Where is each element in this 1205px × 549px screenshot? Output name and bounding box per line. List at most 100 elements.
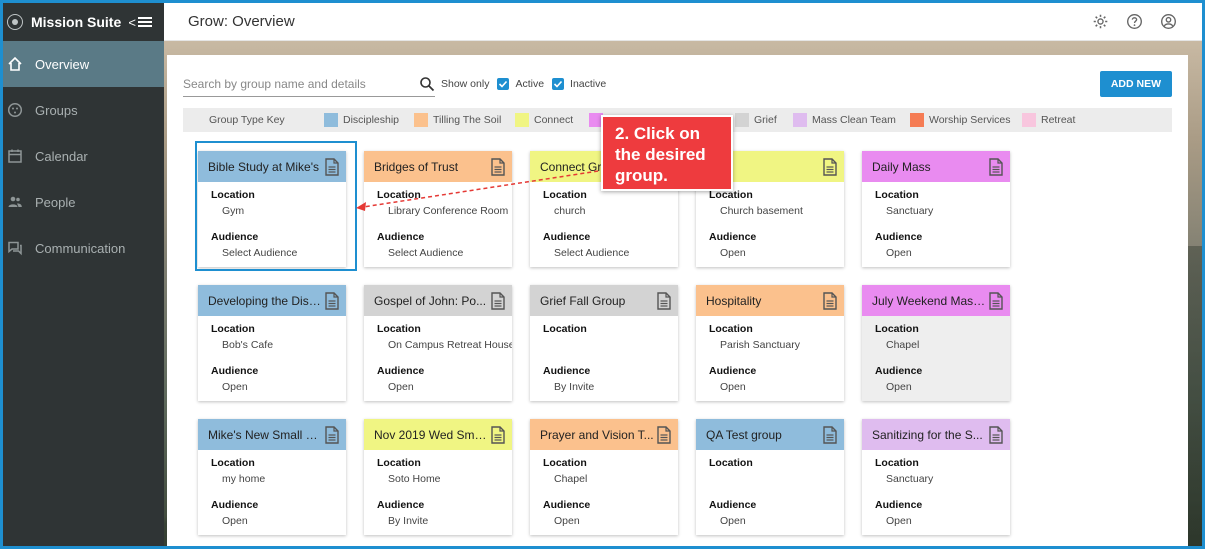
search-input[interactable]	[183, 76, 403, 91]
document-icon[interactable]	[488, 157, 508, 177]
sidebar-item-calendar[interactable]: Calendar	[3, 133, 164, 179]
type-key-item: Grief	[735, 113, 793, 127]
document-icon[interactable]	[820, 157, 840, 177]
type-key-item-label: Tilling The Soil	[433, 114, 502, 126]
group-card-header[interactable]: Developing the Disc...	[198, 285, 346, 316]
group-card[interactable]: Sanitizing for the S... Location Sanctuary…	[862, 419, 1010, 535]
group-card[interactable]: Prayer and Vision T... Location Chapel Audi…	[530, 419, 678, 535]
audience-value: Open	[886, 381, 912, 393]
help-icon[interactable]	[1124, 12, 1144, 32]
location-label: Location	[377, 323, 421, 335]
type-key-swatch	[1022, 113, 1036, 127]
active-checkbox[interactable]: Active	[497, 78, 544, 90]
location-value	[696, 473, 844, 485]
location-value: church	[554, 205, 586, 217]
search-icon[interactable]	[419, 76, 435, 92]
sidebar-item-label: People	[35, 194, 76, 210]
audience-label: Audience	[709, 231, 757, 243]
sidebar-item-people[interactable]: People	[3, 179, 164, 225]
document-icon[interactable]	[820, 425, 840, 445]
type-key-label: Group Type Key	[209, 114, 285, 126]
audience-label: Audience	[875, 365, 923, 377]
type-key-item: Retreat	[1022, 113, 1092, 127]
document-icon[interactable]	[654, 291, 674, 311]
location-value: On Campus Retreat House	[388, 339, 512, 351]
document-icon[interactable]	[488, 291, 508, 311]
group-name[interactable]: Hospitality	[706, 294, 820, 308]
location-value: Sanctuary	[886, 473, 934, 485]
group-name[interactable]: July Weekend Mass...	[872, 294, 986, 308]
sidebar: Mission Suite < Overview Groups Calendar	[3, 3, 164, 546]
group-name[interactable]: Gospel of John: Po...	[374, 294, 488, 308]
sidebar-item-communication[interactable]: Communication	[3, 225, 164, 271]
group-name[interactable]: Daily Mass	[872, 160, 986, 174]
sidebar-item-overview[interactable]: Overview	[3, 41, 164, 87]
audience-label: Audience	[211, 365, 259, 377]
audience-value: By Invite	[554, 381, 595, 393]
type-key-item: Discipleship	[324, 113, 414, 127]
add-new-button[interactable]: ADD NEW	[1099, 71, 1172, 97]
document-icon[interactable]	[986, 157, 1006, 177]
group-card-header[interactable]: Daily Mass	[862, 151, 1010, 182]
callout-line-1: 2. Click on	[615, 124, 701, 143]
group-name[interactable]: Prayer and Vision T...	[540, 428, 654, 442]
gear-icon[interactable]	[1090, 12, 1110, 32]
group-card-header[interactable]: Grief Fall Group	[530, 285, 678, 316]
group-card[interactable]: Daily Mass Location Sanctuary Audience Open	[862, 151, 1010, 267]
group-card[interactable]: Hospitality Location Parish Sanctuary Audie…	[696, 285, 844, 401]
audience-value: Open	[222, 515, 248, 527]
show-only-label: Show only	[441, 78, 490, 90]
app-frame: Mission Suite < Overview Groups Calendar	[0, 0, 1205, 549]
group-name[interactable]: Grief Fall Group	[540, 294, 654, 308]
group-card-header[interactable]: Nov 2019 Wed Sma...	[364, 419, 512, 450]
group-card-header[interactable]: Gospel of John: Po...	[364, 285, 512, 316]
location-value	[530, 339, 678, 351]
group-name[interactable]: Mike's New Small G...	[208, 428, 322, 442]
checkbox-checked-icon[interactable]	[497, 78, 510, 90]
group-card-header[interactable]: QA Test group	[696, 419, 844, 450]
search-field[interactable]	[183, 71, 435, 97]
inactive-checkbox[interactable]: Inactive	[552, 78, 606, 90]
sidebar-item-groups[interactable]: Groups	[3, 87, 164, 133]
group-card-header[interactable]: Sanitizing for the S...	[862, 419, 1010, 450]
group-card[interactable]: Mike's New Small G... Location my home Audi…	[198, 419, 346, 535]
audience-value: Open	[388, 381, 414, 393]
group-card-header[interactable]: Hospitality	[696, 285, 844, 316]
account-icon[interactable]	[1158, 12, 1178, 32]
audience-value: Open	[222, 381, 248, 393]
group-card[interactable]: Grief Fall Group Location Audience By Invit…	[530, 285, 678, 401]
type-key-swatch	[793, 113, 807, 127]
document-icon[interactable]	[322, 291, 342, 311]
group-name[interactable]: Developing the Disc...	[208, 294, 322, 308]
group-name[interactable]: Bridges of Trust	[374, 160, 488, 174]
group-card-header[interactable]: July Weekend Mass...	[862, 285, 1010, 316]
callout-line-2: the desired	[615, 145, 706, 164]
group-card[interactable]: July Weekend Mass... Location Chapel Audien…	[862, 285, 1010, 401]
group-card-header[interactable]: Mike's New Small G...	[198, 419, 346, 450]
audience-label: Audience	[875, 499, 923, 511]
audience-value: Open	[886, 247, 912, 259]
group-card-header[interactable]: Bridges of Trust	[364, 151, 512, 182]
document-icon[interactable]	[986, 291, 1006, 311]
document-icon[interactable]	[654, 425, 674, 445]
group-name[interactable]: QA Test group	[706, 428, 820, 442]
document-icon[interactable]	[322, 425, 342, 445]
group-card-header[interactable]: Prayer and Vision T...	[530, 419, 678, 450]
type-key-item-label: Discipleship	[343, 114, 400, 126]
document-icon[interactable]	[820, 291, 840, 311]
group-name[interactable]: Nov 2019 Wed Sma...	[374, 428, 488, 442]
group-card[interactable]: Nov 2019 Wed Sma... Location Soto Home Audi…	[364, 419, 512, 535]
collapse-menu-icon[interactable]: <	[126, 14, 152, 30]
location-label: Location	[709, 457, 753, 469]
group-card[interactable]: Bridges of Trust Location Library Conferen…	[364, 151, 512, 267]
location-label: Location	[377, 189, 421, 201]
location-label: Location	[875, 189, 919, 201]
group-name[interactable]: Sanitizing for the S...	[872, 428, 986, 442]
group-card[interactable]: Developing the Disc... Location Bob's Cafe…	[198, 285, 346, 401]
checkbox-checked-icon[interactable]	[552, 78, 565, 90]
group-card[interactable]: QA Test group Location Audience Open	[696, 419, 844, 535]
group-card[interactable]: Gospel of John: Po... Location On Campus R…	[364, 285, 512, 401]
document-icon[interactable]	[488, 425, 508, 445]
document-icon[interactable]	[986, 425, 1006, 445]
instruction-callout: 2. Click on the desired group.	[601, 115, 733, 191]
